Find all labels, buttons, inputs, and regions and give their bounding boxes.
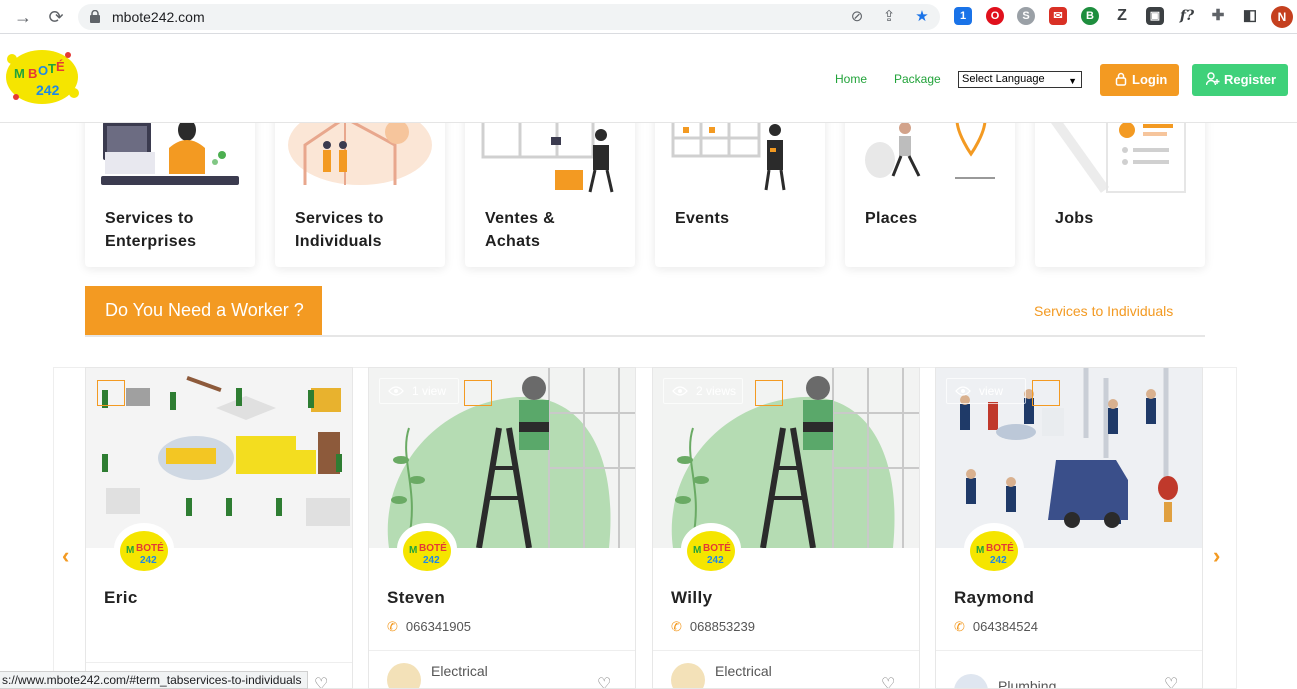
views-badge: view: [946, 378, 1026, 404]
worker-phone: ✆ 066341905: [387, 619, 471, 634]
worker-name[interactable]: Willy: [671, 588, 713, 608]
formula-extension-icon[interactable]: f?: [1178, 7, 1196, 25]
nav-home[interactable]: Home: [835, 72, 867, 86]
services-to-individuals-link[interactable]: Services to Individuals: [1034, 303, 1173, 319]
avatar: M BOTÉ 242: [681, 523, 741, 575]
eye-icon: [672, 386, 688, 396]
worker-card[interactable]: view M BOTÉ 242 Raymond ✆ 064384524 Plumbin…: [935, 367, 1203, 689]
language-select[interactable]: Select Language ▼: [958, 71, 1082, 88]
svg-text:M: M: [693, 545, 701, 556]
svg-text:242: 242: [990, 555, 1007, 566]
nav-package[interactable]: Package: [894, 72, 941, 86]
eye-slash-icon[interactable]: ⊘: [848, 8, 866, 26]
svg-text:O: O: [38, 63, 48, 78]
user-plus-icon: [1206, 72, 1220, 86]
url-text: mbote242.com: [112, 9, 205, 25]
phone-icon: ✆: [671, 619, 682, 634]
worker-photo: [86, 368, 352, 548]
puzzle-extensions-icon[interactable]: ✚: [1209, 7, 1227, 25]
category-card-enterprises[interactable]: Services to Enterprises: [85, 100, 255, 267]
reload-icon[interactable]: ⟳: [45, 6, 67, 28]
browser-toolbar: → ⟳ mbote242.com ⊘ ⇪ ★ 1 O S ✉ B Z ▣ f? …: [0, 0, 1297, 34]
bookmark-star-icon[interactable]: ★: [913, 8, 931, 26]
sidebar-toggle-icon[interactable]: ◧: [1241, 7, 1259, 25]
chevron-down-icon: ▼: [1068, 76, 1077, 86]
z-extension-icon[interactable]: Z: [1113, 7, 1131, 25]
svg-text:242: 242: [423, 555, 440, 566]
svg-text:T: T: [48, 61, 56, 76]
lock-icon: [90, 10, 100, 23]
heart-icon[interactable]: ♡: [597, 674, 611, 688]
heart-icon[interactable]: ♡: [1164, 674, 1178, 688]
worker-card[interactable]: M BOTÉ 242 Eric ♡: [85, 367, 353, 689]
opera-extension-icon[interactable]: O: [986, 7, 1004, 25]
phone-icon: ✆: [387, 619, 398, 634]
extension-icon[interactable]: 1: [954, 7, 972, 25]
worker-name[interactable]: Eric: [104, 588, 138, 608]
favorite-heart-icon[interactable]: [464, 380, 492, 406]
carousel-prev-arrow-icon[interactable]: ‹: [62, 543, 69, 569]
grammar-extension-icon[interactable]: B: [1081, 7, 1099, 25]
avatar: M BOTÉ 242: [114, 523, 174, 575]
category-card-ventes-achats[interactable]: Ventes & Achats: [465, 100, 635, 267]
lock-icon: [1115, 72, 1127, 86]
media-extension-icon[interactable]: ▣: [1146, 7, 1164, 25]
category-card-jobs[interactable]: Jobs: [1035, 100, 1205, 267]
heart-icon[interactable]: ♡: [314, 674, 328, 688]
svg-text:M: M: [14, 66, 25, 81]
svg-text:BOTÉ: BOTÉ: [136, 541, 164, 554]
avatar: M BOTÉ 242: [964, 523, 1024, 575]
worker-phone: ✆ 064384524: [954, 619, 1038, 634]
worker-category[interactable]: Electrical: [715, 663, 772, 679]
profile-avatar[interactable]: N: [1271, 6, 1293, 28]
svg-text:B: B: [28, 66, 37, 81]
views-badge: 2 views: [663, 378, 743, 404]
site-header: M B O T É 242 Home Package Select Langua…: [0, 35, 1297, 123]
eye-icon: [388, 386, 404, 396]
svg-text:242: 242: [140, 555, 157, 566]
svg-text:BOTÉ: BOTÉ: [703, 541, 731, 554]
worker-category[interactable]: Electrical: [431, 663, 488, 679]
category-card-individuals[interactable]: Services to Individuals: [275, 100, 445, 267]
share-icon[interactable]: ⇪: [880, 8, 898, 26]
svg-text:M: M: [976, 545, 984, 556]
heart-icon[interactable]: ♡: [881, 674, 895, 688]
category-avatar: [671, 663, 705, 688]
phone-icon: ✆: [954, 619, 965, 634]
skype-extension-icon[interactable]: S: [1017, 7, 1035, 25]
eye-icon: [955, 386, 971, 396]
svg-text:M: M: [409, 545, 417, 556]
worker-phone: ✆ 068853239: [671, 619, 755, 634]
section-divider: [85, 335, 1205, 337]
register-button[interactable]: Register: [1192, 64, 1288, 96]
svg-text:BOTÉ: BOTÉ: [419, 541, 447, 554]
category-card-places[interactable]: Places: [845, 100, 1015, 267]
section-title: Do You Need a Worker ?: [85, 286, 322, 335]
worker-card[interactable]: 2 views M BOTÉ 242 Willy ✆ 068853239 Electr…: [652, 367, 920, 689]
category-card-events[interactable]: Events: [655, 100, 825, 267]
worker-name[interactable]: Raymond: [954, 588, 1034, 608]
login-button[interactable]: Login: [1100, 64, 1179, 96]
worker-card[interactable]: 1 view M BOTÉ 242 Steven ✆ 066341905 Electr…: [368, 367, 636, 689]
favorite-heart-icon[interactable]: [755, 380, 783, 406]
back-arrow-icon[interactable]: →: [12, 6, 34, 28]
svg-text:BOTÉ: BOTÉ: [986, 541, 1014, 554]
carousel-next-arrow-icon[interactable]: ›: [1213, 543, 1220, 569]
svg-text:É: É: [56, 59, 65, 74]
views-badge: 1 view: [379, 378, 459, 404]
favorite-heart-icon[interactable]: [1032, 380, 1060, 406]
worker-category[interactable]: Plumbing: [998, 678, 1056, 688]
svg-text:M: M: [126, 545, 134, 556]
category-avatar: [387, 663, 421, 688]
svg-text:242: 242: [707, 555, 724, 566]
avatar: M BOTÉ 242: [397, 523, 457, 575]
svg-text:242: 242: [36, 82, 60, 98]
address-bar[interactable]: mbote242.com ⊘ ⇪ ★: [78, 4, 940, 30]
site-logo[interactable]: M B O T É 242: [2, 45, 82, 107]
favorite-heart-icon[interactable]: [97, 380, 125, 406]
link-status-bar: s://www.mbote242.com/#term_tabservices-t…: [0, 671, 309, 689]
worker-name[interactable]: Steven: [387, 588, 445, 608]
category-avatar: [954, 674, 988, 688]
mail-extension-icon[interactable]: ✉: [1049, 7, 1067, 25]
